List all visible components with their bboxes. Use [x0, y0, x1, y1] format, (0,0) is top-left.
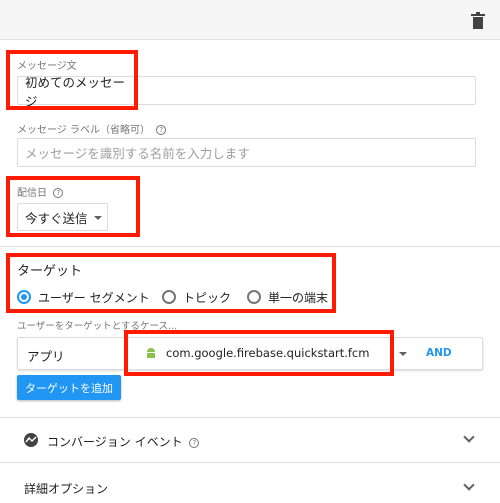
chevron-down-icon — [463, 431, 475, 443]
help-circle-icon[interactable]: ? — [156, 125, 167, 135]
advanced-section[interactable]: 詳細オプション — [0, 463, 500, 503]
highlight-target — [6, 253, 336, 313]
conversion-section[interactable]: コンバージョン イベント ? — [0, 418, 500, 462]
highlight-message-text — [6, 50, 138, 110]
and-button[interactable]: AND — [426, 347, 452, 359]
message-label-label: メッセージ ラベル（省略可） ? — [17, 121, 167, 136]
message-text-input-ext[interactable] — [135, 76, 476, 105]
help-circle-icon[interactable]: ? — [189, 438, 200, 448]
conversion-label: コンバージョン イベント ? — [47, 433, 200, 450]
target-type-selected[interactable]: アプリ — [27, 346, 65, 365]
message-label-placeholder: メッセージを識別する名前を入力します — [25, 146, 250, 161]
highlight-schedule — [6, 176, 140, 237]
divider — [0, 246, 500, 247]
highlight-app — [124, 330, 394, 376]
trend-icon — [24, 433, 38, 447]
message-label-input[interactable]: メッセージを識別する名前を入力します — [17, 138, 476, 167]
chevron-down-icon — [463, 479, 475, 491]
add-target-button[interactable]: ターゲットを追加 — [17, 375, 121, 400]
chevron-down-icon[interactable] — [399, 352, 407, 356]
top-bar — [0, 0, 500, 40]
advanced-label: 詳細オプション — [24, 482, 109, 496]
trash-icon[interactable] — [470, 12, 486, 30]
